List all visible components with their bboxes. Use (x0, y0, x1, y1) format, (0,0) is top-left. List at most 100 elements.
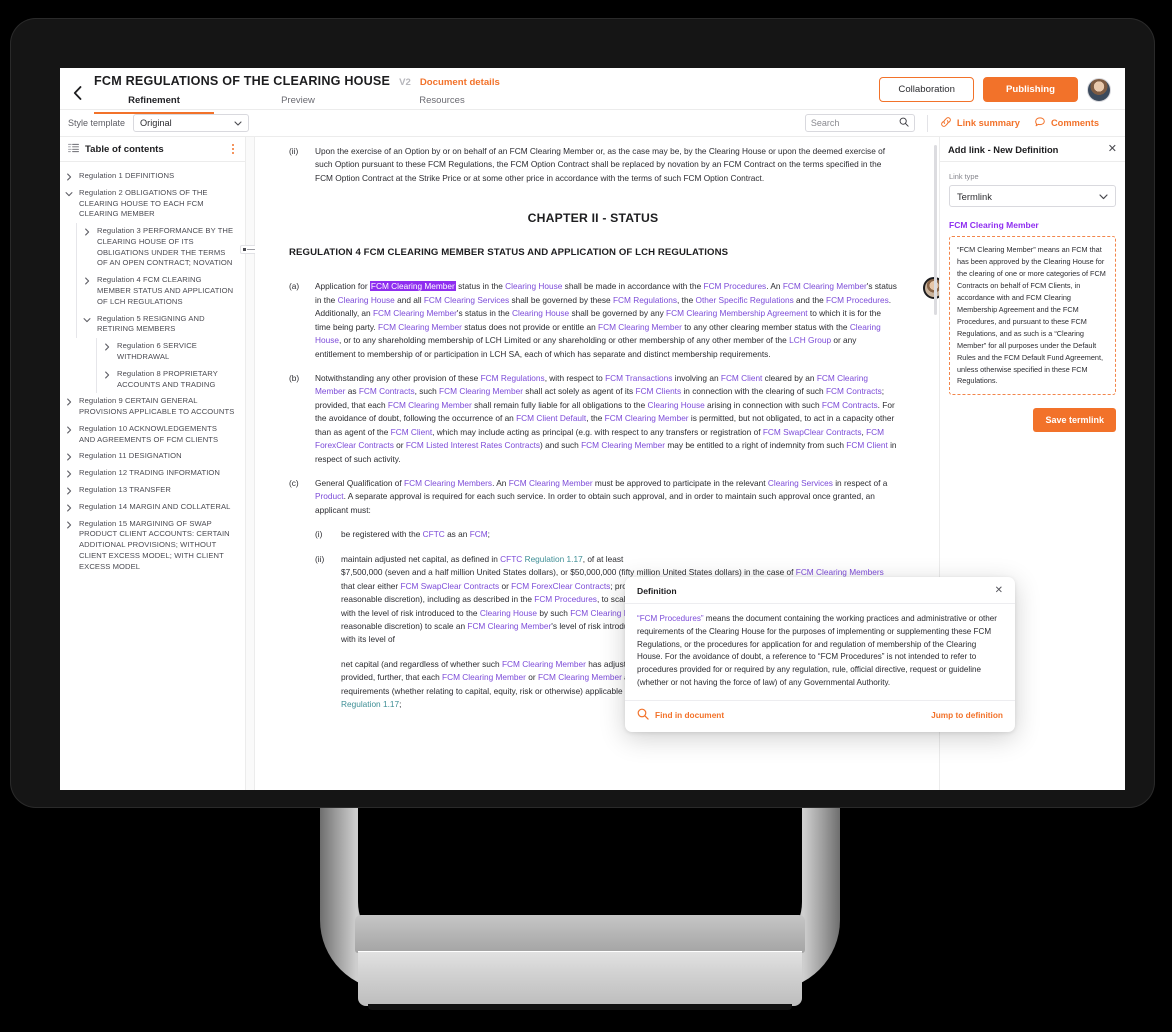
termlink[interactable]: FCM ForexClear Contracts (511, 581, 610, 591)
termlink[interactable]: FCM Clearing Member (538, 672, 622, 682)
publishing-button[interactable]: Publishing (982, 77, 1078, 102)
comments-button[interactable]: Comments (1034, 116, 1099, 130)
termlink[interactable]: FCM Clearing Member (598, 322, 682, 332)
termlink[interactable]: FCM Clearing Member (378, 322, 462, 332)
termlink[interactable]: FCM Regulations (613, 295, 677, 305)
termlink[interactable]: FCM Contracts (359, 386, 415, 396)
table-of-contents-panel: Table of contents Regulation 1 DEFINITIO… (60, 137, 246, 790)
termlink[interactable]: FCM Procedures (704, 281, 767, 291)
chevron-right-icon[interactable] (64, 451, 74, 462)
termlink[interactable]: FCM Clearing Members (404, 478, 492, 488)
termlink[interactable]: FCM Contracts (826, 386, 882, 396)
search-icon[interactable] (899, 114, 909, 132)
toc-item[interactable]: Regulation 14 MARGIN AND COLLATERAL (60, 499, 241, 516)
termlink[interactable]: FCM Clearing Member (605, 413, 689, 423)
back-button[interactable] (60, 68, 94, 100)
close-icon[interactable]: ✕ (995, 586, 1003, 596)
termlink[interactable]: FCM Contracts (822, 400, 878, 410)
chevron-right-icon[interactable] (102, 369, 112, 391)
termlink[interactable]: FCM Client Default (516, 413, 586, 423)
termlink[interactable]: FCM SwapClear Contracts (763, 427, 862, 437)
toc-item[interactable]: Regulation 11 DESIGNATION (60, 448, 241, 465)
termlink[interactable]: FCM Clearing Members (796, 567, 884, 577)
close-icon[interactable]: ✕ (1108, 143, 1117, 155)
crosslink[interactable]: Regulation 1.17 (525, 554, 583, 564)
chevron-right-icon[interactable] (102, 341, 112, 363)
termlink[interactable]: FCM Client (846, 440, 888, 450)
link-summary-button[interactable]: Link summary (940, 116, 1020, 130)
termlink[interactable]: FCM Clearing Member (388, 400, 472, 410)
chevron-right-icon[interactable] (82, 226, 92, 269)
collaboration-button[interactable]: Collaboration (879, 77, 974, 102)
chevron-right-icon[interactable] (64, 171, 74, 182)
chevron-right-icon[interactable] (82, 275, 92, 307)
termlink[interactable]: Clearing House (480, 608, 537, 618)
toc-item[interactable]: Regulation 12 TRADING INFORMATION (60, 465, 241, 482)
definition-editor[interactable]: “FCM Clearing Member” means an FCM that … (949, 236, 1116, 396)
link-type-select[interactable]: Termlink (949, 185, 1116, 207)
chevron-right-icon[interactable] (64, 468, 74, 479)
termlink[interactable]: FCM Procedures (826, 295, 889, 305)
termlink[interactable]: CFTC (423, 529, 445, 539)
search-input[interactable] (810, 118, 899, 128)
style-template-select[interactable]: Original (133, 114, 250, 132)
termlink[interactable]: FCM Client (391, 427, 433, 437)
termlink[interactable]: FCM Clearing Member (442, 672, 526, 682)
toc-item[interactable]: Regulation 1 DEFINITIONS (60, 168, 241, 185)
termlink[interactable]: FCM Clearing Member (439, 386, 523, 396)
termlink[interactable]: FCM Clearing Member (467, 621, 551, 631)
toc-item[interactable]: Regulation 4 FCM CLEARING MEMBER STATUS … (60, 272, 241, 311)
termlink[interactable]: FCM Clearing Membership Agreement (666, 308, 808, 318)
search-box[interactable] (804, 114, 915, 132)
termlink[interactable]: FCM Procedures (534, 594, 597, 604)
chevron-right-icon[interactable] (64, 485, 74, 496)
avatar[interactable] (1087, 77, 1111, 102)
jump-to-definition-button[interactable]: Jump to definition (931, 710, 1003, 720)
toc-item[interactable]: Regulation 9 CERTAIN GENERAL PROVISIONS … (60, 393, 241, 421)
chevron-right-icon[interactable] (64, 519, 74, 573)
chevron-down-icon[interactable] (82, 314, 92, 336)
termlink[interactable]: FCM Clearing Member (581, 440, 665, 450)
termlink[interactable]: Clearing House (512, 308, 569, 318)
save-termlink-button[interactable]: Save termlink (1033, 408, 1116, 433)
termlink[interactable]: FCM (470, 529, 488, 539)
termlink[interactable]: Clearing House (648, 400, 705, 410)
find-in-document-button[interactable]: Find in document (637, 708, 724, 722)
termlink[interactable]: FCM Clearing Member (509, 478, 593, 488)
termlink[interactable]: FCM Listed Interest Rates Contracts (406, 440, 540, 450)
termlink[interactable]: FCM Clients (636, 386, 682, 396)
termlink[interactable]: Clearing House (505, 281, 562, 291)
toc-more-icon[interactable] (230, 141, 236, 157)
toc-item[interactable]: Regulation 15 MARGINING OF SWAP PRODUCT … (60, 516, 241, 576)
termlink[interactable]: LCH Group (789, 335, 831, 345)
termlink[interactable]: Product (315, 491, 344, 501)
toc-item[interactable]: Regulation 10 ACKNOWLEDGEMENTS AND AGREE… (60, 421, 241, 449)
termlink[interactable]: FCM Clearing Member (502, 659, 586, 669)
termlink[interactable]: Clearing House (338, 295, 395, 305)
termlink[interactable]: FCM Regulations (481, 373, 545, 383)
termlink[interactable]: Clearing Services (768, 478, 833, 488)
highlighted-term[interactable]: FCM Clearing Member (369, 281, 456, 292)
termlink[interactable]: Other Specific Regulations (696, 295, 794, 305)
termlink[interactable]: FCM Client (721, 373, 763, 383)
chevron-right-icon[interactable] (64, 396, 74, 418)
crosslink[interactable]: Regulation 1.17 (341, 699, 399, 709)
toc-item[interactable]: Regulation 8 PROPRIETARY ACCOUNTS AND TR… (60, 365, 241, 394)
definition-popup-term[interactable]: “FCM Procedures” (637, 614, 704, 623)
toc-item[interactable]: Regulation 13 TRANSFER (60, 482, 241, 499)
toc-item[interactable]: Regulation 5 RESIGNING AND RETIRING MEMB… (60, 310, 241, 339)
toc-item-label: Regulation 15 MARGINING OF SWAP PRODUCT … (79, 518, 230, 571)
termlink[interactable]: FCM Clearing Member (783, 281, 867, 291)
chevron-down-icon[interactable] (64, 188, 74, 220)
chevron-right-icon[interactable] (64, 502, 74, 513)
termlink[interactable]: FCM Clearing Services (424, 295, 509, 305)
termlink[interactable]: FCM Clearing Member (373, 308, 457, 318)
document-details-link[interactable]: Document details (420, 77, 500, 88)
chevron-right-icon[interactable] (64, 424, 74, 446)
termlink[interactable]: FCM Transactions (605, 373, 672, 383)
toc-item[interactable]: Regulation 6 SERVICE WITHDRAWAL (60, 338, 241, 366)
toc-item[interactable]: Regulation 3 PERFORMANCE BY THE CLEARING… (60, 223, 241, 273)
termlink[interactable]: FCM SwapClear Contracts (401, 581, 500, 591)
toc-item[interactable]: Regulation 2 OBLIGATIONS OF THE CLEARING… (60, 185, 241, 223)
termlink[interactable]: CFTC (500, 554, 522, 564)
